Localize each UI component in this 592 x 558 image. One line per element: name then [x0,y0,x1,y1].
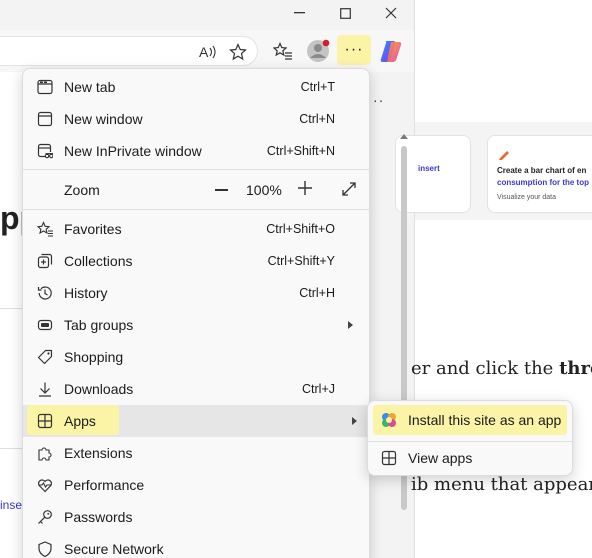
menu-item-label: History [64,285,108,301]
menu-item-label: Favorites [64,221,122,237]
menu-item-label: Apps [64,413,96,429]
menu-item-secure-network[interactable]: Secure Network [27,533,367,558]
collections-icon [37,253,53,269]
menu-item-label: Downloads [64,381,134,397]
article-text-line2: ib menu that appear [411,474,592,495]
menu-item-shopping[interactable]: Shopping [27,341,367,373]
menu-item-label: Shopping [64,349,124,365]
menu-item-apps[interactable]: Apps [23,405,369,437]
close-icon[interactable] [368,0,414,26]
submenu-item-label: Install this site as an app [408,412,562,428]
shortcut-label: Ctrl+T [300,80,335,94]
settings-menu: New tab Ctrl+T New window Ctrl+N New InP… [22,68,370,558]
shortcut-label: Ctrl+Shift+Y [267,254,335,268]
inprivate-icon [37,143,53,159]
new-tab-icon [37,79,53,95]
scroll-up-icon[interactable] [400,134,408,139]
submenu-item-install-site-as-app[interactable]: Install this site as an app [368,404,574,436]
menu-item-label: Secure Network [64,541,164,557]
extensions-icon [38,447,52,461]
fullscreen-icon[interactable] [341,181,357,197]
key-icon [38,510,52,524]
install-app-icon [382,413,396,427]
favorites-icon[interactable] [270,38,296,64]
menu-item-new-inprivate-window[interactable]: New InPrivate window Ctrl+Shift+N [27,135,367,167]
settings-and-more-button[interactable]: ··· [337,35,371,65]
zoom-out-button[interactable] [215,189,228,191]
submenu-arrow-icon [348,321,353,329]
menu-item-new-window[interactable]: New window Ctrl+N [27,103,367,135]
new-window-icon [37,111,53,127]
read-aloud-icon[interactable]: A [195,39,221,65]
shopping-tag-icon [37,349,53,365]
suggestion-card-chart[interactable]: Create a bar chart of en consumption for… [487,135,592,213]
menu-item-new-tab[interactable]: New tab Ctrl+T [27,71,367,103]
favorite-star-icon[interactable] [225,39,251,65]
maximize-icon[interactable] [322,0,368,26]
more-icon: ··· [344,41,364,58]
submenu-arrow-icon [352,417,357,425]
card-title-line1: Create a bar chart of en [497,166,587,175]
address-bar[interactable]: A [0,36,258,66]
copilot-icon[interactable] [379,38,405,64]
menu-item-history[interactable]: History Ctrl+H [27,277,367,309]
menu-item-extensions[interactable]: Extensions [27,437,367,469]
tab-more-icon[interactable]: ·· [373,92,384,108]
menu-item-collections[interactable]: Collections Ctrl+Shift+Y [27,245,367,277]
menu-item-label: Performance [64,477,145,493]
browser-toolbar: A ··· [0,30,414,72]
shortcut-label: Ctrl+J [302,382,335,396]
view-apps-icon [381,450,397,466]
menu-item-label: New tab [64,79,116,95]
shortcut-label: Ctrl+H [299,286,335,300]
shortcut-label: Ctrl+Shift+O [266,222,335,236]
menu-separator [23,209,369,210]
history-icon [37,286,52,300]
shield-icon [38,541,52,557]
favorites-icon [37,221,53,237]
download-icon [39,382,51,397]
menu-item-label: New InPrivate window [64,143,202,159]
menu-item-label: Tab groups [64,317,134,333]
shortcut-label: Ctrl+N [299,112,335,126]
menu-item-label: New window [64,111,143,127]
card-text-fragment: insert [418,164,440,173]
menu-item-favorites[interactable]: Favorites Ctrl+Shift+O [27,213,367,245]
apps-icon [37,413,53,429]
menu-item-performance[interactable]: Performance [27,469,367,501]
menu-item-label: Passwords [64,509,133,525]
zoom-label: Zoom [64,182,100,198]
card-subtitle: Visualize your data [497,194,557,201]
article-text-line1: er and click the thre [411,358,592,379]
profile-icon[interactable] [305,38,331,64]
apps-submenu: Install this site as an app View apps [367,400,573,476]
menu-item-zoom: Zoom [27,174,367,206]
zoom-value: 100% [246,182,282,198]
menu-item-downloads[interactable]: Downloads Ctrl+J [27,373,367,405]
shortcut-label: Ctrl+Shift+N [266,144,335,158]
tab-groups-icon [37,319,53,331]
pencil-icon [499,151,509,160]
minimize-icon[interactable] [276,0,322,26]
menu-item-label: Extensions [64,445,133,461]
menu-item-tab-groups[interactable]: Tab groups [27,309,367,341]
svg-text:A: A [199,44,209,60]
menu-item-label: Collections [64,253,133,269]
submenu-item-view-apps[interactable]: View apps [368,442,574,474]
menu-separator [23,169,369,170]
title-bar [0,0,414,30]
performance-icon [38,479,52,493]
card-title-line2: consumption for the top [497,178,589,187]
zoom-in-button[interactable] [298,181,312,195]
submenu-item-label: View apps [408,450,473,466]
menu-item-passwords[interactable]: Passwords [27,501,367,533]
